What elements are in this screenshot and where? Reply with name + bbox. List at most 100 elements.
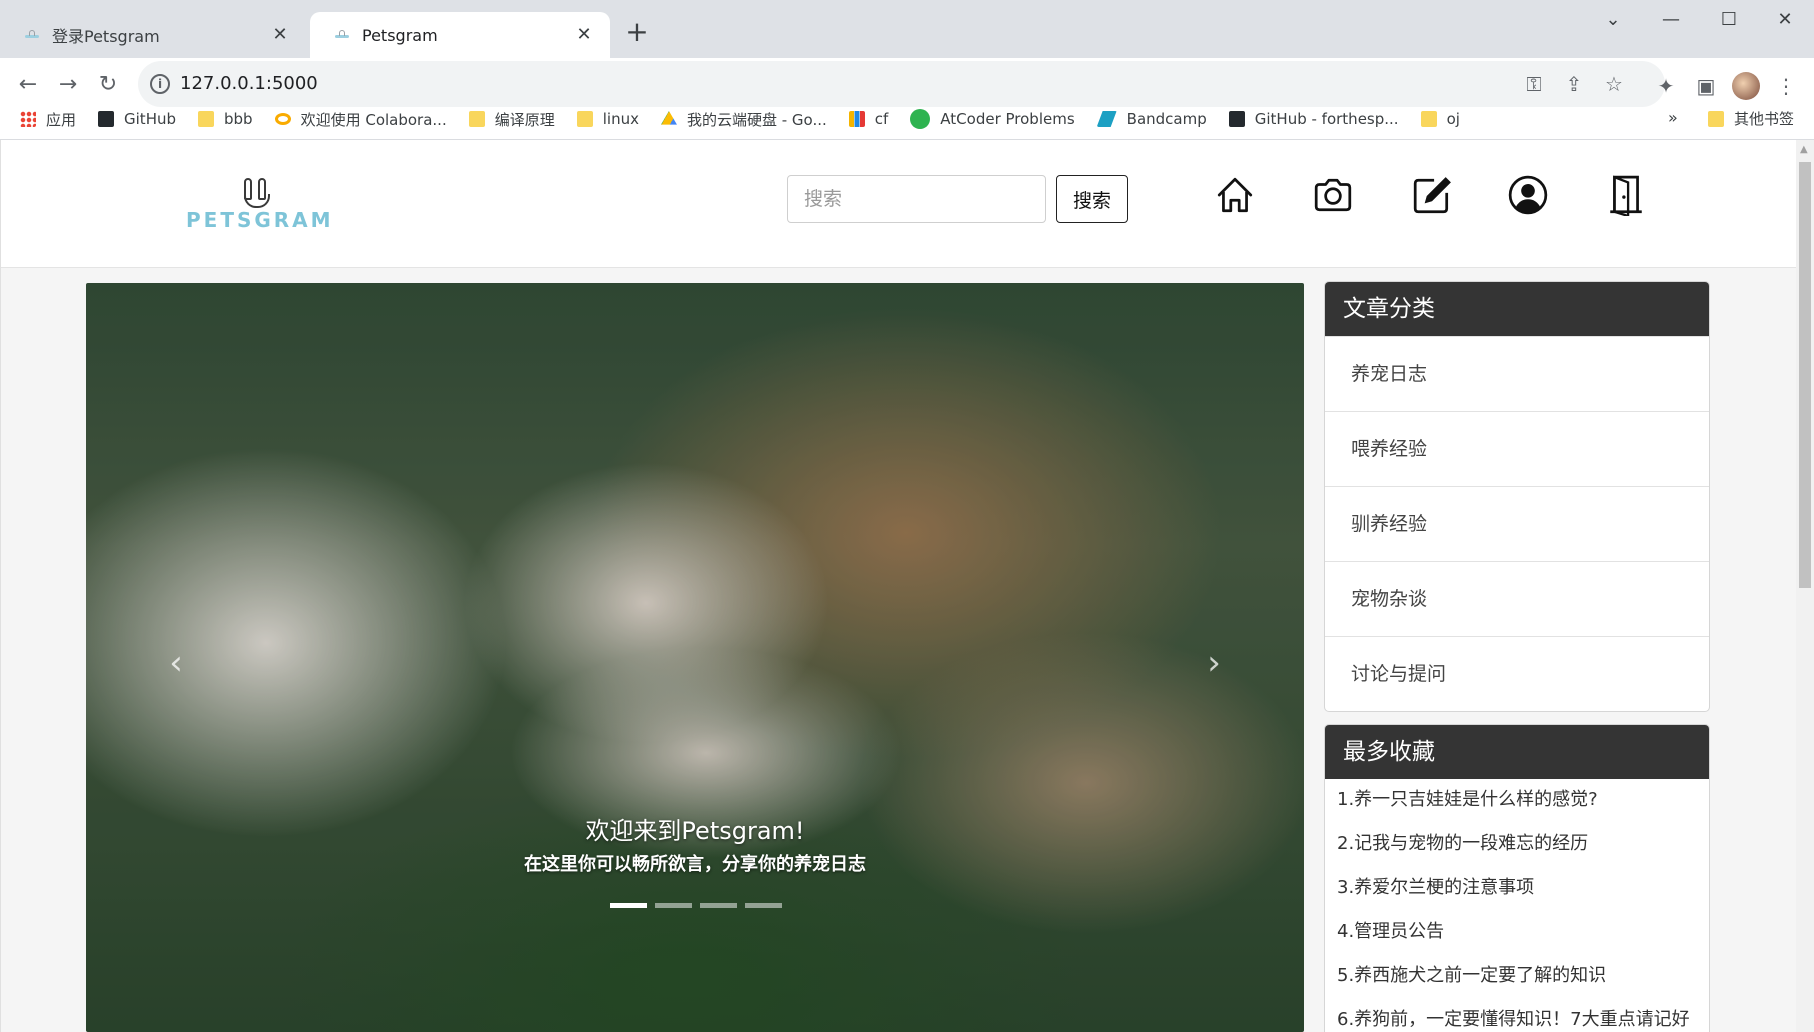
site-info-icon[interactable]: i bbox=[150, 74, 170, 94]
favorites-heading: 最多收藏 bbox=[1325, 725, 1709, 779]
favorites-card: 最多收藏 1.养一只吉娃娃是什么样的感觉? 2.记我与宠物的一段难忘的经历 3.… bbox=[1324, 724, 1710, 1032]
carousel-indicator[interactable] bbox=[745, 903, 782, 908]
favorite-post-link[interactable]: 3.养爱尔兰梗的注意事项 bbox=[1325, 867, 1709, 911]
url-text[interactable]: 127.0.0.1:5000 bbox=[180, 73, 318, 94]
favorite-post-link[interactable]: 5.养西施犬之前一定要了解的知识 bbox=[1325, 955, 1709, 999]
forward-button[interactable]: → bbox=[51, 68, 85, 102]
profile-avatar[interactable] bbox=[1732, 72, 1760, 100]
bookmark-label: GitHub bbox=[124, 110, 176, 128]
folder-icon bbox=[1708, 110, 1724, 127]
bookmark-label: GitHub - forthesp... bbox=[1254, 110, 1399, 128]
bookmark-oj[interactable]: oj bbox=[1420, 110, 1460, 128]
tab-title: 登录Petsgram bbox=[52, 27, 160, 46]
carousel-prev-button[interactable]: ‹ bbox=[156, 643, 196, 683]
carousel-subtitle: 在这里你可以畅所欲言，分享你的养宠日志 bbox=[524, 854, 866, 875]
category-card: 文章分类 养宠日志 喂养经验 驯养经验 宠物杂谈 讨论与提问 bbox=[1324, 281, 1710, 712]
category-item[interactable]: 驯养经验 bbox=[1325, 486, 1709, 561]
category-item[interactable]: 养宠日志 bbox=[1325, 336, 1709, 411]
bookmark-label: 编译原理 bbox=[494, 110, 555, 129]
close-icon[interactable]: ✕ bbox=[574, 25, 594, 45]
browser-tabstrip: 登录Petsgram ✕ Petsgram ✕ + ⌄ — ☐ ✕ bbox=[0, 0, 1814, 58]
search-input[interactable] bbox=[787, 175, 1046, 223]
bookmark-label: oj bbox=[1446, 110, 1460, 128]
folder-icon bbox=[576, 111, 593, 127]
bookmark-label: linux bbox=[602, 110, 639, 128]
category-item[interactable]: 宠物杂谈 bbox=[1325, 561, 1709, 636]
colab-icon bbox=[274, 113, 291, 125]
bookmark-linux[interactable]: linux bbox=[576, 110, 639, 128]
bookmark-label: 欢迎使用 Colabora... bbox=[300, 110, 447, 129]
favorite-post-link[interactable]: 2.记我与宠物的一段难忘的经历 bbox=[1325, 823, 1709, 867]
maximize-button[interactable]: ☐ bbox=[1700, 0, 1758, 40]
home-icon[interactable] bbox=[1214, 174, 1256, 216]
scrollbar-thumb[interactable] bbox=[1799, 162, 1811, 588]
atcoder-icon bbox=[910, 109, 931, 129]
bookmark-bbb[interactable]: bbb bbox=[198, 110, 253, 128]
hero-carousel[interactable]: ‹ › 欢迎来到Petsgram! 在这里你可以畅所欲言，分享你的养宠日志 bbox=[86, 283, 1304, 1032]
petsgram-logo[interactable]: PETSGRAM bbox=[186, 178, 332, 236]
tab-title: Petsgram bbox=[362, 25, 438, 45]
bookmark-label: 我的云端硬盘 - Go... bbox=[686, 110, 827, 129]
github-icon bbox=[98, 111, 115, 127]
page-scrollbar[interactable]: ▲ bbox=[1796, 140, 1814, 1032]
bookmark-label: AtCoder Problems bbox=[940, 110, 1075, 128]
edit-icon[interactable] bbox=[1411, 174, 1453, 216]
logo-text: PETSGRAM bbox=[186, 208, 334, 232]
reload-button[interactable]: ↻ bbox=[91, 68, 125, 102]
bookmark-google-drive[interactable]: 我的云端硬盘 - Go... bbox=[660, 109, 827, 130]
menu-kebab-icon[interactable]: ⋮ bbox=[1770, 70, 1802, 102]
carousel-indicators bbox=[610, 903, 790, 908]
folder-icon bbox=[468, 111, 485, 127]
logout-door-icon[interactable] bbox=[1605, 174, 1647, 216]
folder-icon bbox=[1420, 111, 1437, 127]
bookmark-compiler[interactable]: 编译原理 bbox=[468, 109, 555, 130]
new-tab-button[interactable]: + bbox=[620, 16, 654, 50]
github-icon bbox=[1228, 111, 1245, 127]
share-icon[interactable]: ⇪ bbox=[1562, 72, 1586, 96]
camera-icon[interactable] bbox=[1312, 174, 1354, 216]
carousel-next-button[interactable]: › bbox=[1194, 643, 1234, 683]
back-button[interactable]: ← bbox=[11, 68, 45, 102]
close-window-button[interactable]: ✕ bbox=[1756, 0, 1814, 40]
favorite-post-link[interactable]: 6.养狗前，一定要懂得知识！7大重点请记好 bbox=[1325, 999, 1709, 1032]
codeforces-icon bbox=[848, 111, 865, 127]
side-panel-icon[interactable]: ▣ bbox=[1690, 70, 1722, 102]
petsgram-favicon-icon bbox=[334, 27, 350, 43]
scroll-up-arrow-icon[interactable]: ▲ bbox=[1800, 144, 1808, 155]
bookmark-label: cf bbox=[874, 110, 889, 128]
bookmark-bandcamp[interactable]: Bandcamp bbox=[1096, 110, 1207, 128]
carousel-indicator[interactable] bbox=[700, 903, 737, 908]
favorite-post-link[interactable]: 4.管理员公告 bbox=[1325, 911, 1709, 955]
site-header: PETSGRAM 搜索 bbox=[1, 140, 1796, 268]
carousel-indicator[interactable] bbox=[655, 903, 692, 908]
bandcamp-icon bbox=[1096, 111, 1117, 127]
tab-login[interactable]: 登录Petsgram ✕ bbox=[0, 12, 306, 58]
extensions-icon[interactable]: ✦ bbox=[1650, 70, 1682, 102]
user-icon[interactable] bbox=[1507, 174, 1549, 216]
apps-grid-icon bbox=[20, 111, 36, 127]
bookmark-label: 应用 bbox=[46, 110, 77, 129]
other-bookmarks-folder[interactable]: 其他书签 bbox=[1708, 108, 1794, 129]
bookmark-apps[interactable]: 应用 bbox=[20, 109, 76, 130]
minimize-button[interactable]: — bbox=[1642, 0, 1700, 40]
key-icon[interactable]: ⚿ bbox=[1522, 72, 1546, 96]
bookmark-label: 其他书签 bbox=[1734, 110, 1795, 128]
tab-petsgram[interactable]: Petsgram ✕ bbox=[310, 12, 610, 58]
close-icon[interactable]: ✕ bbox=[270, 25, 290, 45]
tab-search-chevron-icon[interactable]: ⌄ bbox=[1584, 0, 1642, 40]
bookmark-colab[interactable]: 欢迎使用 Colabora... bbox=[274, 109, 447, 130]
search-button[interactable]: 搜索 bbox=[1056, 175, 1128, 223]
favorite-post-link[interactable]: 1.养一只吉娃娃是什么样的感觉? bbox=[1325, 779, 1709, 823]
bookmark-star-icon[interactable]: ☆ bbox=[1602, 72, 1626, 96]
carousel-indicator[interactable] bbox=[610, 903, 647, 908]
folder-icon bbox=[198, 111, 214, 127]
bookmark-atcoder[interactable]: AtCoder Problems bbox=[910, 109, 1075, 129]
bookmark-github-forthesp[interactable]: GitHub - forthesp... bbox=[1228, 110, 1399, 128]
bookmark-label: bbb bbox=[224, 110, 253, 128]
category-item[interactable]: 讨论与提问 bbox=[1325, 636, 1709, 711]
bookmark-cf[interactable]: cf bbox=[848, 110, 889, 128]
bookmark-github[interactable]: GitHub bbox=[98, 110, 176, 128]
category-item[interactable]: 喂养经验 bbox=[1325, 411, 1709, 486]
google-drive-icon bbox=[660, 111, 677, 125]
more-bookmarks-button[interactable]: » bbox=[1668, 108, 1678, 127]
